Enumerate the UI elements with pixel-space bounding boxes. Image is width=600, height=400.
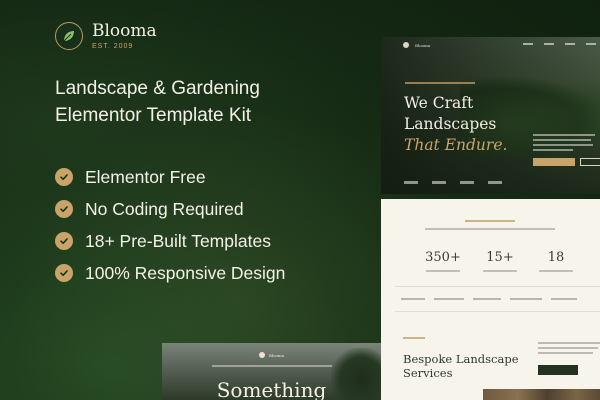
feature-item: 100% Responsive Design [55,257,285,289]
headline-line-1: Landscape & Gardening [55,78,260,99]
services-paragraph [538,342,600,357]
brand: Blooma EST. 2009 [55,22,157,50]
preview-hero-primary-button [533,158,575,166]
feature-label: Elementor Free [85,166,206,187]
check-circle-icon [55,168,73,186]
text-line [533,149,573,151]
preview-hero: Blooma We Craft Landscapes That Endure. [381,37,600,194]
preview-bottom-navline [212,365,332,367]
hero-title-accent: That Endure. [404,136,508,154]
preview-bottom: Blooma Something [162,343,381,400]
text-line [538,347,598,349]
featured-in-row [401,298,577,300]
preview-hero-title: We Craft Landscapes That Endure. [404,93,507,156]
nav-link-placeholder [523,43,533,45]
nav-link-placeholder [565,43,575,45]
preview-stats-eyebrow [465,220,515,222]
preview-nav-links [523,43,596,45]
preview-bottom-brand: Blooma [268,352,285,358]
preview-hero-nav: Blooma [381,37,600,53]
leaf-icon [63,31,74,42]
preview-hero-brand: Blooma [415,42,431,48]
brand-name: Blooma [92,21,157,41]
featured-logo [510,298,542,300]
logo-badge [55,22,83,50]
nav-link-placeholder [544,43,554,45]
headline: Landscape & Gardening Elementor Template… [55,75,335,129]
stat-label [426,270,460,272]
stat-placeholder [460,181,474,184]
stat-value: 15+ [486,250,514,265]
services-title-line-2: Services [403,366,453,380]
feature-label: No Coding Required [85,198,244,219]
nav-link-placeholder [586,43,596,45]
mini-logo-icon [403,42,409,48]
stat-block: 15+ [470,250,530,272]
featured-logo [473,298,501,300]
services-image [483,389,600,400]
preview-stats: 350+ 15+ 18 Bespoke Landscape Services [381,199,600,400]
stat-label [539,270,573,272]
stat-placeholder [404,181,418,184]
preview-hero-paragraph [533,134,595,154]
preview-hero-stats [404,181,502,184]
hero-title-line-2: Landscapes [404,115,497,133]
stat-placeholder [488,181,502,184]
brand-text: Blooma EST. 2009 [92,22,157,50]
featured-logo [551,298,577,300]
featured-label [401,298,425,300]
stat-value: 18 [547,250,565,265]
feature-item: No Coding Required [55,193,285,225]
feature-item: 18+ Pre-Built Templates [55,225,285,257]
preview-hero-eyebrow [405,82,475,84]
services-eyebrow [403,337,425,339]
stat-placeholder [432,181,446,184]
preview-stats-quote [425,228,555,230]
feature-item: Elementor Free [55,161,285,193]
services-title: Bespoke Landscape Services [403,352,519,380]
text-line [533,144,593,146]
stat-block: 350+ [413,250,473,272]
feature-label: 18+ Pre-Built Templates [85,230,271,251]
stat-label [483,270,517,272]
check-circle-icon [55,200,73,218]
services-button [538,365,578,375]
stat-value: 350+ [425,250,461,265]
divider [395,311,600,312]
services-title-line-1: Bespoke Landscape [403,352,519,366]
brand-established: EST. 2009 [92,43,134,50]
hero-title-line-1: We Craft [404,94,474,112]
feature-list: Elementor Free No Coding Required 18+ Pr… [55,161,285,289]
headline-line-2: Elementor Template Kit [55,105,252,126]
stat-block: 18 [526,250,586,272]
featured-logo [434,298,464,300]
text-line [538,342,600,344]
check-circle-icon [55,232,73,250]
text-line [533,134,595,136]
preview-bottom-title: Something [216,378,327,400]
divider [395,286,600,287]
preview-bottom-nav: Blooma [162,352,381,358]
text-line [538,352,593,354]
mini-logo-icon [258,352,265,358]
check-circle-icon [55,264,73,282]
preview-hero-secondary-button [580,158,600,166]
text-line [533,139,591,141]
feature-label: 100% Responsive Design [85,262,286,283]
